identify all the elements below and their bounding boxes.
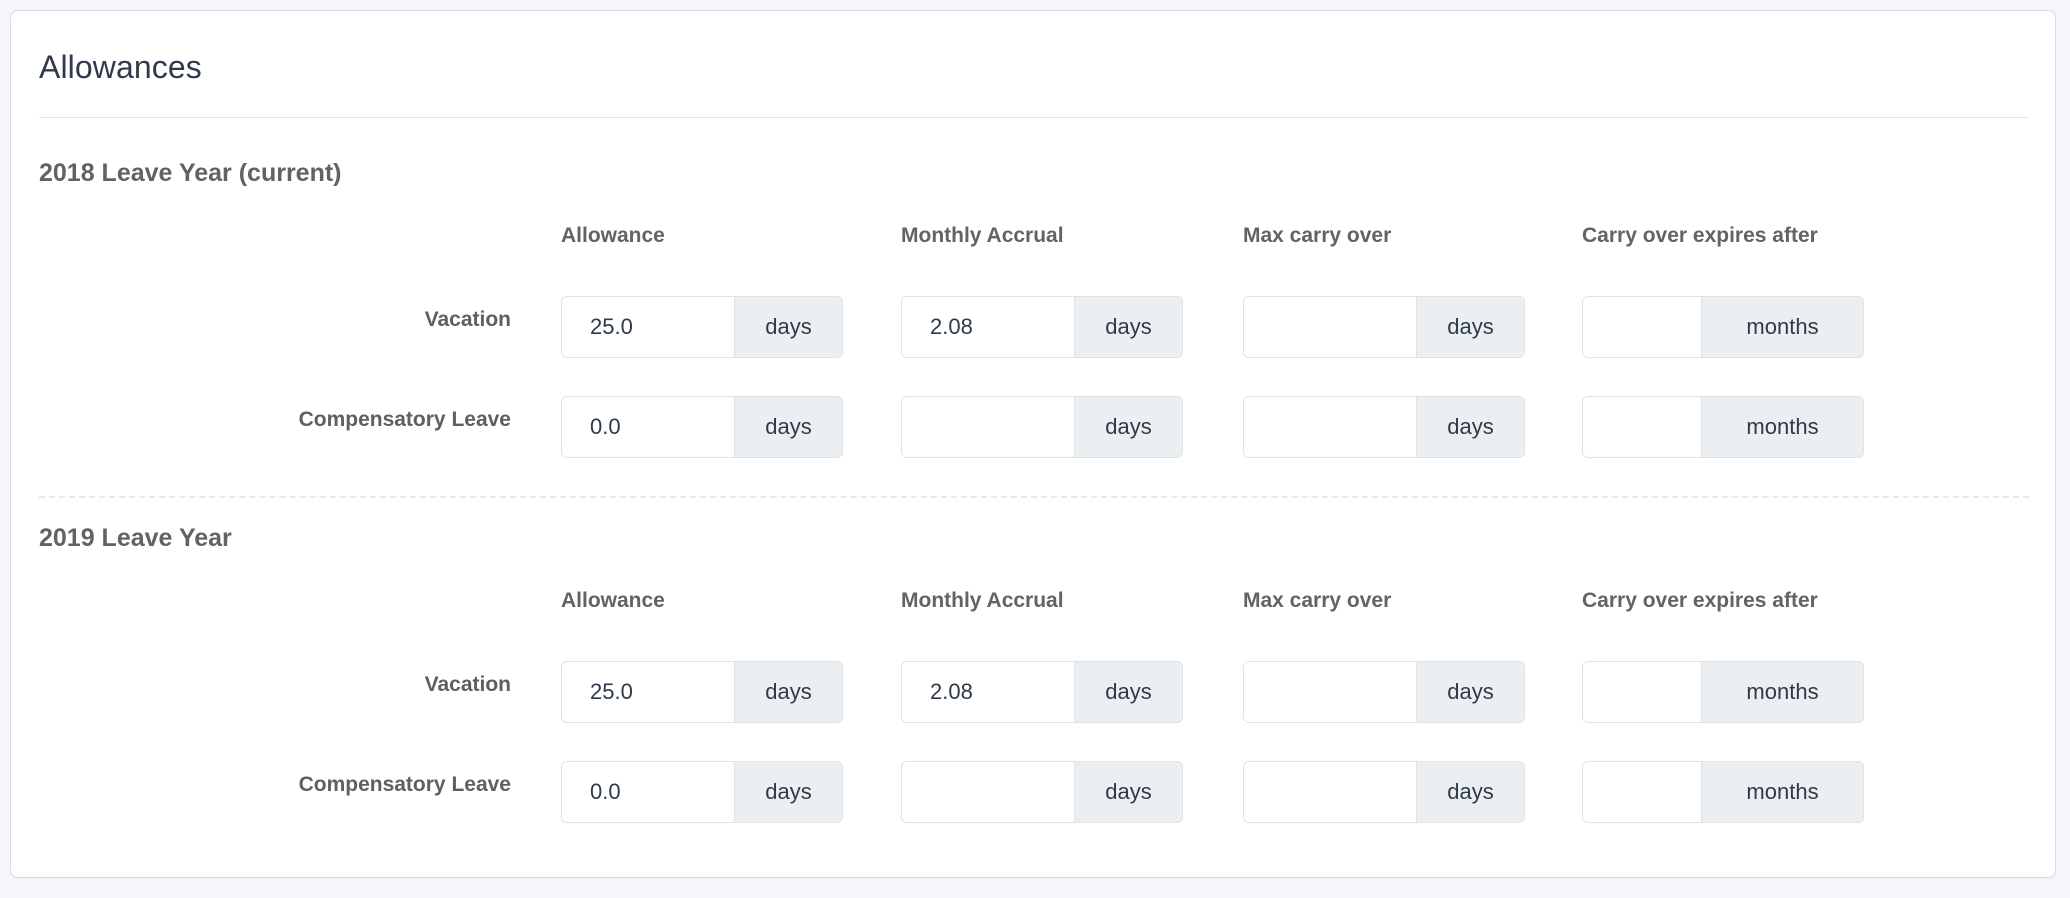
column-header-max-carry-over: Max carry over bbox=[1243, 224, 1392, 247]
column-header-allowance: Allowance bbox=[561, 589, 665, 612]
unit-addon-months: months bbox=[1701, 762, 1863, 822]
allowances-card: Allowances 2018 Leave Year (current) All… bbox=[10, 10, 2056, 878]
unit-addon-days: days bbox=[734, 397, 842, 457]
unit-addon-days: days bbox=[734, 762, 842, 822]
column-header-monthly-accrual: Monthly Accrual bbox=[901, 589, 1064, 612]
input-group-2018-compensatory-monthly-accrual[interactable]: days bbox=[901, 396, 1183, 458]
input-2018-compensatory-allowance[interactable] bbox=[562, 397, 734, 457]
column-header-carry-over-expires-after: Carry over expires after bbox=[1582, 589, 1818, 612]
section-divider bbox=[39, 496, 2029, 498]
input-2018-vacation-max-carry-over[interactable] bbox=[1244, 297, 1416, 357]
column-header-monthly-accrual: Monthly Accrual bbox=[901, 224, 1064, 247]
input-group-2019-compensatory-carry-over-expires[interactable]: months bbox=[1582, 761, 1864, 823]
input-2019-compensatory-max-carry-over[interactable] bbox=[1244, 762, 1416, 822]
input-2019-compensatory-carry-over-expires[interactable] bbox=[1583, 762, 1701, 822]
unit-addon-months: months bbox=[1701, 297, 1863, 357]
column-header-max-carry-over: Max carry over bbox=[1243, 589, 1392, 612]
unit-addon-days: days bbox=[734, 297, 842, 357]
unit-addon-months: months bbox=[1701, 397, 1863, 457]
input-group-2019-compensatory-monthly-accrual[interactable]: days bbox=[901, 761, 1183, 823]
input-2019-vacation-max-carry-over[interactable] bbox=[1244, 662, 1416, 722]
input-group-2019-compensatory-allowance[interactable]: days bbox=[561, 761, 843, 823]
input-group-2019-compensatory-max-carry-over[interactable]: days bbox=[1243, 761, 1525, 823]
unit-addon-days: days bbox=[1416, 762, 1524, 822]
unit-addon-days: days bbox=[734, 662, 842, 722]
input-group-2019-vacation-allowance[interactable]: days bbox=[561, 661, 843, 723]
input-group-2018-compensatory-carry-over-expires[interactable]: months bbox=[1582, 396, 1864, 458]
input-2018-vacation-carry-over-expires[interactable] bbox=[1583, 297, 1701, 357]
unit-addon-days: days bbox=[1074, 662, 1182, 722]
column-header-allowance: Allowance bbox=[561, 224, 665, 247]
input-group-2019-vacation-max-carry-over[interactable]: days bbox=[1243, 661, 1525, 723]
input-group-2018-compensatory-max-carry-over[interactable]: days bbox=[1243, 396, 1525, 458]
input-2018-compensatory-max-carry-over[interactable] bbox=[1244, 397, 1416, 457]
input-group-2018-vacation-monthly-accrual[interactable]: days bbox=[901, 296, 1183, 358]
input-2019-compensatory-monthly-accrual[interactable] bbox=[902, 762, 1074, 822]
row-label-vacation: Vacation bbox=[424, 673, 511, 696]
row-label-compensatory-leave: Compensatory Leave bbox=[298, 773, 511, 796]
section-heading-2019: 2019 Leave Year bbox=[39, 524, 232, 552]
input-2018-compensatory-monthly-accrual[interactable] bbox=[902, 397, 1074, 457]
input-group-2019-vacation-carry-over-expires[interactable]: months bbox=[1582, 661, 1864, 723]
row-label-vacation: Vacation bbox=[424, 308, 511, 331]
input-2018-vacation-monthly-accrual[interactable] bbox=[902, 297, 1074, 357]
section-heading-2018: 2018 Leave Year (current) bbox=[39, 159, 342, 187]
page-title: Allowances bbox=[39, 49, 202, 85]
input-2019-compensatory-allowance[interactable] bbox=[562, 762, 734, 822]
input-group-2018-vacation-carry-over-expires[interactable]: months bbox=[1582, 296, 1864, 358]
column-header-carry-over-expires-after: Carry over expires after bbox=[1582, 224, 1818, 247]
input-group-2019-vacation-monthly-accrual[interactable]: days bbox=[901, 661, 1183, 723]
row-label-compensatory-leave: Compensatory Leave bbox=[298, 408, 511, 431]
input-group-2018-vacation-allowance[interactable]: days bbox=[561, 296, 843, 358]
unit-addon-days: days bbox=[1074, 297, 1182, 357]
input-2019-vacation-monthly-accrual[interactable] bbox=[902, 662, 1074, 722]
title-divider bbox=[39, 117, 2029, 118]
unit-addon-days: days bbox=[1074, 397, 1182, 457]
unit-addon-days: days bbox=[1416, 397, 1524, 457]
unit-addon-days: days bbox=[1416, 297, 1524, 357]
input-group-2018-compensatory-allowance[interactable]: days bbox=[561, 396, 843, 458]
unit-addon-months: months bbox=[1701, 662, 1863, 722]
input-2019-vacation-allowance[interactable] bbox=[562, 662, 734, 722]
input-2018-compensatory-carry-over-expires[interactable] bbox=[1583, 397, 1701, 457]
input-2019-vacation-carry-over-expires[interactable] bbox=[1583, 662, 1701, 722]
unit-addon-days: days bbox=[1416, 662, 1524, 722]
unit-addon-days: days bbox=[1074, 762, 1182, 822]
input-group-2018-vacation-max-carry-over[interactable]: days bbox=[1243, 296, 1525, 358]
input-2018-vacation-allowance[interactable] bbox=[562, 297, 734, 357]
